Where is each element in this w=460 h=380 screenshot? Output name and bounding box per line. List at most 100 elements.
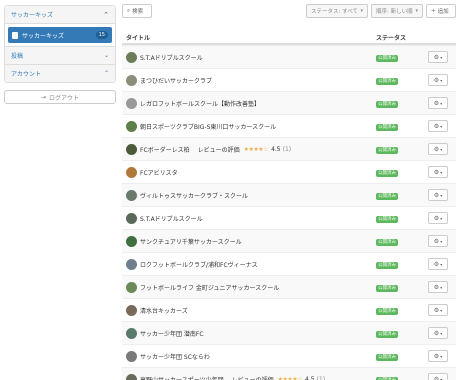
avatar: [126, 281, 137, 293]
sidebar-section-label: アカウント: [11, 71, 42, 78]
row-settings-button[interactable]: ⚙ ▾: [428, 327, 448, 339]
gear-icon: ⚙: [433, 122, 440, 130]
table-row: 朝日スポーツクラブBIG-S東川口サッカースクール 公開済み ⚙ ▾: [122, 114, 456, 137]
avatar: [126, 350, 137, 362]
cell-title: ロクフットボールクラブ/浦和FCヴィーナス: [122, 258, 372, 270]
cell-actions: ⚙ ▾: [420, 304, 456, 316]
caret-down-icon: ▾: [440, 169, 443, 175]
row-settings-button[interactable]: ⚙ ▾: [428, 189, 448, 201]
row-settings-button[interactable]: ⚙ ▾: [428, 166, 448, 178]
sidebar-panel-title: サッカーキッズ: [11, 12, 54, 19]
sidebar-section-label: 投稿: [11, 53, 24, 60]
table-row: ヴィルトゥスサッカークラブ・スクール 公開済み ⚙ ▾: [122, 183, 456, 206]
cell-status: 公開済み: [372, 376, 420, 380]
cell-status: 公開済み: [372, 100, 420, 108]
row-settings-button[interactable]: ⚙ ▾: [428, 304, 448, 316]
table-row: レガロフットボールスクール【動作改善塾】 公開済み ⚙ ▾: [122, 91, 456, 114]
row-settings-button[interactable]: ⚙ ▾: [428, 120, 448, 132]
sidebar-section-account[interactable]: アカウント ⌃: [5, 64, 115, 82]
row-title-link[interactable]: 清水台キッカーズ: [140, 306, 188, 315]
caret-down-icon: ▾: [440, 353, 443, 359]
row-title-link[interactable]: サッカー少年団 潜南FC: [140, 329, 204, 338]
cell-status: 公開済み: [372, 54, 420, 62]
row-settings-button[interactable]: ⚙ ▾: [428, 350, 448, 362]
caret-down-icon: ▾: [440, 330, 443, 336]
gear-icon: ⚙: [433, 260, 440, 268]
table-row: FCアビリスタ 公開済み ⚙ ▾: [122, 160, 456, 183]
sidebar-panel-header[interactable]: サッカーキッズ ⌃: [5, 6, 115, 24]
row-settings-button[interactable]: ⚙ ▾: [428, 212, 448, 224]
table-row: サンクチュアリ千葉サッカースクール 公開済み ⚙ ▾: [122, 229, 456, 252]
review-score: 4.5: [305, 375, 315, 380]
caret-down-icon: ▾: [415, 8, 418, 14]
cell-title: 高野山サッカースポーツ少年団 レビューの評価 ★★★★☆ 4.5 (1): [122, 373, 372, 380]
row-settings-button[interactable]: ⚙ ▾: [428, 97, 448, 109]
cell-actions: ⚙ ▾: [420, 258, 456, 270]
row-title-link[interactable]: S.T.Aドリブルスクール: [140, 214, 203, 223]
cell-actions: ⚙ ▾: [420, 327, 456, 339]
avatar: [126, 327, 137, 339]
status-badge: 公開済み: [376, 307, 398, 315]
row-title-link[interactable]: まつひだいサッカークラブ: [140, 76, 212, 85]
row-settings-button[interactable]: ⚙ ▾: [428, 373, 448, 380]
status-badge: 公開済み: [376, 238, 398, 246]
status-filter-select[interactable]: ステータス: すべて ▾: [306, 4, 368, 18]
gear-icon: ⚙: [433, 53, 440, 61]
cell-status: 公開済み: [372, 353, 420, 361]
avatar: [126, 51, 137, 63]
row-settings-button[interactable]: ⚙ ▾: [428, 51, 448, 63]
status-badge: 公開済み: [376, 330, 398, 338]
sidebar-item-active[interactable]: サッカーキッズ 15: [8, 27, 112, 43]
row-title-link[interactable]: フットボールライフ 金町ジュニアサッカースクール: [140, 283, 279, 292]
gear-icon: ⚙: [433, 214, 440, 222]
caret-down-icon: ▾: [440, 123, 443, 129]
posts-table: タイトル ステータス S.T.Aドリブルスクール 公開済み ⚙ ▾ まつひだいサッカーク…: [122, 28, 456, 380]
cell-actions: ⚙ ▾: [420, 143, 456, 155]
row-title-link[interactable]: 高野山サッカースポーツ少年団: [140, 375, 224, 380]
cell-status: 公開済み: [372, 123, 420, 131]
row-settings-button[interactable]: ⚙ ▾: [428, 258, 448, 270]
logout-button[interactable]: ⇥ ログアウト: [4, 90, 116, 104]
gear-icon: ⚙: [433, 283, 440, 291]
row-title-link[interactable]: レガロフットボールスクール【動作改善塾】: [140, 99, 260, 108]
cell-status: 公開済み: [372, 77, 420, 85]
order-filter-select[interactable]: 順序: 新しい順 ▾: [371, 4, 423, 18]
avatar: [126, 235, 137, 247]
cell-actions: ⚙ ▾: [420, 281, 456, 293]
logout-label: ログアウト: [49, 94, 80, 102]
add-button[interactable]: + 追加: [426, 4, 456, 18]
row-settings-button[interactable]: ⚙ ▾: [428, 143, 448, 155]
row-title-link[interactable]: サッカー少年団 SCならわ: [140, 352, 210, 361]
table-row: フットボールライフ 金町ジュニアサッカースクール 公開済み ⚙ ▾: [122, 275, 456, 298]
gear-icon: ⚙: [433, 76, 440, 84]
row-title-link[interactable]: FCボーダーレス柏: [140, 145, 190, 154]
logout-icon: ⇥: [40, 93, 46, 101]
sidebar-section-posts[interactable]: 投稿 ⌄: [5, 46, 115, 64]
avatar: [126, 166, 137, 178]
row-title-link[interactable]: S.T.Aドリブルスクール: [140, 53, 203, 62]
cell-title: サッカー少年団 潜南FC: [122, 327, 372, 339]
gear-icon: ⚙: [433, 375, 440, 380]
row-settings-button[interactable]: ⚙ ▾: [428, 281, 448, 293]
cell-status: 公開済み: [372, 169, 420, 177]
search-button[interactable]: ⌕ 検索: [122, 4, 152, 18]
cell-actions: ⚙ ▾: [420, 212, 456, 224]
row-title-link[interactable]: FCアビリスタ: [140, 168, 178, 177]
cell-status: 公開済み: [372, 215, 420, 223]
table-row: 高野山サッカースポーツ少年団 レビューの評価 ★★★★☆ 4.5 (1) 公開済み ⚙ ▾: [122, 367, 456, 380]
avatar: [126, 189, 137, 201]
avatar: [126, 258, 137, 270]
table-row: サッカー少年団 潜南FC 公開済み ⚙ ▾: [122, 321, 456, 344]
row-title-link[interactable]: 朝日スポーツクラブBIG-S東川口サッカースクール: [140, 122, 276, 131]
status-badge: 公開済み: [376, 169, 398, 177]
row-settings-button[interactable]: ⚙ ▾: [428, 235, 448, 247]
document-icon: [12, 31, 18, 39]
row-title-link[interactable]: ロクフットボールクラブ/浦和FCヴィーナス: [140, 260, 258, 269]
caret-down-icon: ▾: [440, 261, 443, 267]
caret-down-icon: ▾: [360, 8, 363, 14]
table-row: S.T.Aドリブルスクール 公開済み ⚙ ▾: [122, 206, 456, 229]
cell-actions: ⚙ ▾: [420, 350, 456, 362]
row-settings-button[interactable]: ⚙ ▾: [428, 74, 448, 86]
row-title-link[interactable]: ヴィルトゥスサッカークラブ・スクール: [140, 191, 248, 200]
row-title-link[interactable]: サンクチュアリ千葉サッカースクール: [140, 237, 242, 246]
